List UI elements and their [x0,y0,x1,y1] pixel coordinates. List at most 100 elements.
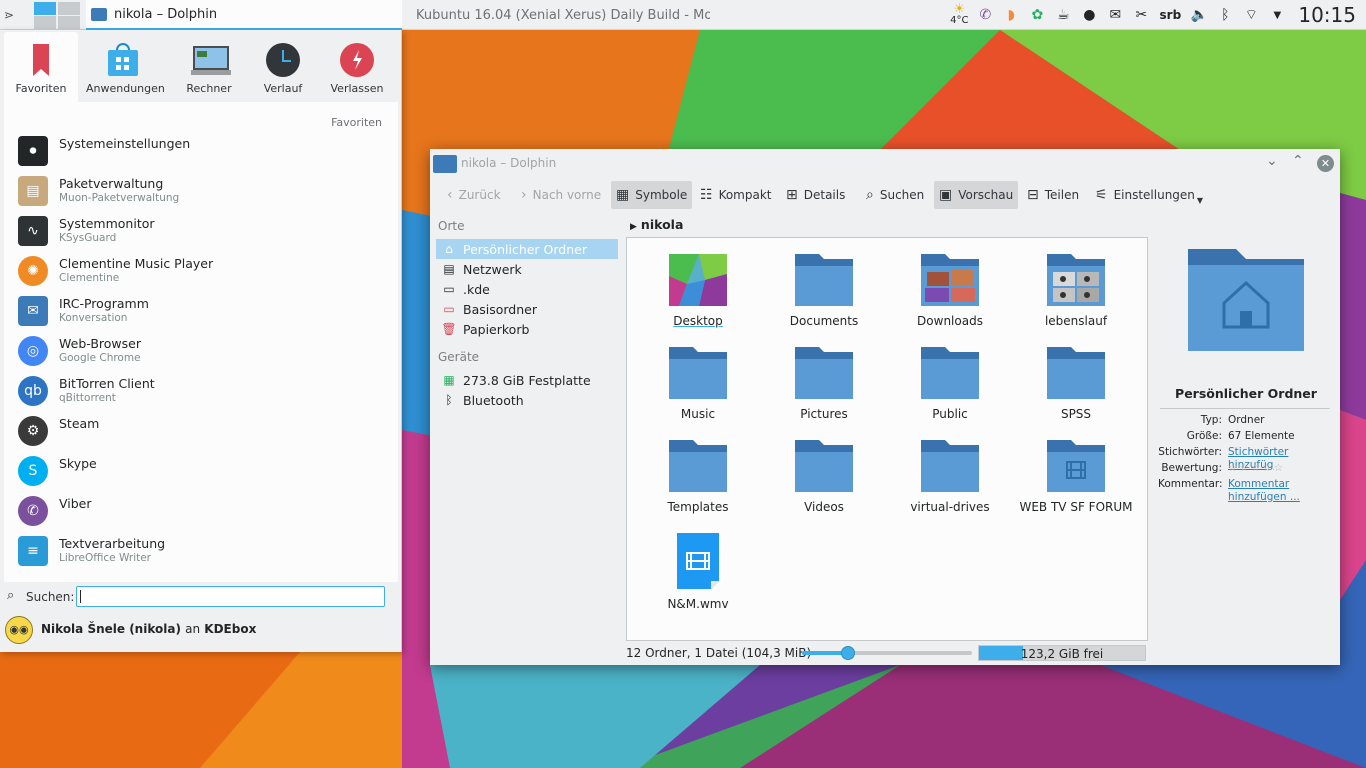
info-value: Ordner [1228,414,1265,426]
search-button[interactable]: ⌕ Suchen [861,181,929,209]
updates-icon[interactable]: ✿ [1024,0,1050,30]
volume-icon[interactable]: 🔈 [1186,0,1212,30]
zoom-slider[interactable] [802,646,972,660]
keyboard-layout[interactable]: srb [1154,0,1186,30]
file-item[interactable]: Videos [762,440,886,532]
bluetooth-tray-icon[interactable]: ᛒ [1212,0,1238,30]
places-item[interactable]: ▭ Basisordner [436,299,618,319]
places-item[interactable]: ▭ .kde [436,279,618,299]
file-item[interactable]: Downloads [888,254,1012,346]
folder-icon [795,254,853,306]
night-color-icon[interactable]: ◗ [998,0,1024,30]
weather-icon[interactable]: ☀ 4°C [946,0,972,30]
file-item[interactable]: lebenslauf [1014,254,1138,346]
launcher-item[interactable]: ▤ Paketverwaltung Muon-Paketverwaltung [18,172,388,212]
maximize-icon[interactable]: ⌃ [1292,153,1304,169]
mail-icon[interactable]: ✉ [1102,0,1128,30]
launcher-item-subtitle: qBittorrent [59,392,116,404]
places-item[interactable]: ⌂ Persönlicher Ordner [436,239,618,259]
launcher-item[interactable]: qb BitTorren Client qBittorrent [18,372,388,412]
viber-tray-icon[interactable]: ✆ [972,0,998,30]
avatar: ◉◉ [5,616,33,644]
tray-expand-arrow-icon[interactable]: ▼ [1264,0,1290,30]
minimize-icon[interactable]: ⌄ [1266,153,1278,169]
tab-anwendungen[interactable]: Anwendungen [86,32,165,102]
file-item-label: SPSS [1060,407,1092,421]
launcher-item[interactable]: ◎ Web-Browser Google Chrome [18,332,388,372]
clock[interactable]: 10:15 [1290,3,1366,27]
places-item[interactable]: ▤ Netzwerk [436,259,618,279]
application-launcher: Favoriten Anwendungen Rechner Verlauf Ve… [0,30,402,652]
file-item[interactable]: Pictures [762,347,886,439]
settings-button[interactable]: ⚟ Einstellungen ▼ [1090,181,1208,209]
launcher-item[interactable]: ⚙ Steam [18,412,388,452]
file-item[interactable]: SPSS [1014,347,1138,439]
file-view[interactable]: Desktop Documents Downloads lebenslauf Music… [626,237,1148,641]
forward-label: Nach vorne [532,188,602,202]
caffeine-icon[interactable]: ☕ [1050,0,1076,30]
file-item[interactable]: Documents [762,254,886,346]
back-label: Zurück [458,188,501,202]
search-input[interactable] [76,586,385,607]
launcher-item[interactable]: ✉ IRC-Programm Konversation [18,292,388,332]
file-item[interactable]: virtual-drives [888,440,1012,532]
launcher-item[interactable]: ✺ Clementine Music Player Clementine [18,252,388,292]
file-item-label: WEB TV SF FORUM [1019,500,1133,514]
breadcrumb[interactable]: ▶ nikola [630,217,683,232]
device-item[interactable]: ᛒ Bluetooth [436,390,618,410]
folder-icon [1047,440,1105,492]
info-key: Stichwörter: [1158,446,1222,458]
close-icon[interactable]: ✕ [1317,155,1334,172]
settings-label: Einstellungen [1113,188,1195,202]
compact-view-icon: ☷ [700,187,713,203]
clipboard-scissors-icon[interactable]: ✂ [1128,0,1154,30]
toolbar-search-label: Suchen [879,188,925,202]
zoom-slider-handle[interactable] [840,646,855,660]
file-item[interactable]: N&M.wmv [636,533,760,625]
settings-sliders-icon: ⚟ [1095,187,1108,203]
view-icons-button[interactable]: ▦ Symbole [611,181,693,209]
file-item-label: Videos [804,500,844,514]
file-item[interactable]: Public [888,347,1012,439]
harddisk-icon: ▦ [443,373,455,387]
info-title: Persönlicher Ordner [1175,386,1317,401]
folder-icon [921,254,979,306]
tab-verlassen[interactable]: Verlassen [320,32,394,102]
places-item[interactable]: 🗑 Papierkorb [436,319,618,339]
file-item[interactable]: WEB TV SF FORUM [1014,440,1138,532]
folder-icon [795,440,853,492]
view-compact-button[interactable]: ☷ Kompakt [695,181,777,209]
panel-menu-arrow-icon[interactable]: ⋗ [4,0,26,30]
tab-favoriten[interactable]: Favoriten [4,32,78,102]
viber-icon: ✆ [18,496,48,526]
task-firefox[interactable]: Kubuntu 16.04 (Xenial Xerus) Daily Build… [404,0,710,30]
file-item[interactable]: Music [636,347,760,439]
folder-icon [1047,347,1105,399]
pager[interactable] [32,0,80,30]
device-item[interactable]: ▦ 273.8 GiB Festplatte [436,370,618,390]
launcher-item[interactable]: ✆ Viber [18,492,388,532]
preview-button[interactable]: ▣ Vorschau [934,181,1019,209]
back-button[interactable]: ‹ Zurück [442,181,506,209]
tab-rechner[interactable]: Rechner [172,32,246,102]
launcher-item-title: Web-Browser [59,336,141,351]
wifi-icon[interactable]: ⌔ [1238,0,1264,30]
file-item[interactable]: Desktop [636,254,760,346]
launcher-item[interactable]: S Skype [18,452,388,492]
chat-icon[interactable]: ● [1076,0,1102,30]
task-dolphin[interactable]: nikola – Dolphin [86,0,402,30]
forward-button[interactable]: › Nach vorne [516,181,606,209]
window-titlebar[interactable]: nikola – Dolphin ⌄ ⌃ ✕ [430,149,1340,177]
launcher-item[interactable]: ≡ Textverarbeitung LibreOffice Writer [18,532,388,572]
info-link[interactable]: Kommentar hinzufügen ... [1228,478,1332,504]
file-item[interactable]: Templates [636,440,760,532]
dolphin-task-icon [91,7,107,21]
folder-icon [921,347,979,399]
folder-icon [669,440,727,492]
launcher-item[interactable]: ⏺ Systemeinstellungen [18,132,388,172]
view-details-button[interactable]: ⊞ Details [781,181,850,209]
places-header: Orte [438,219,465,233]
split-button[interactable]: ⊟ Teilen [1022,181,1084,209]
tab-verlauf[interactable]: Verlauf [246,32,320,102]
launcher-item[interactable]: ∿ Systemmonitor KSysGuard [18,212,388,252]
